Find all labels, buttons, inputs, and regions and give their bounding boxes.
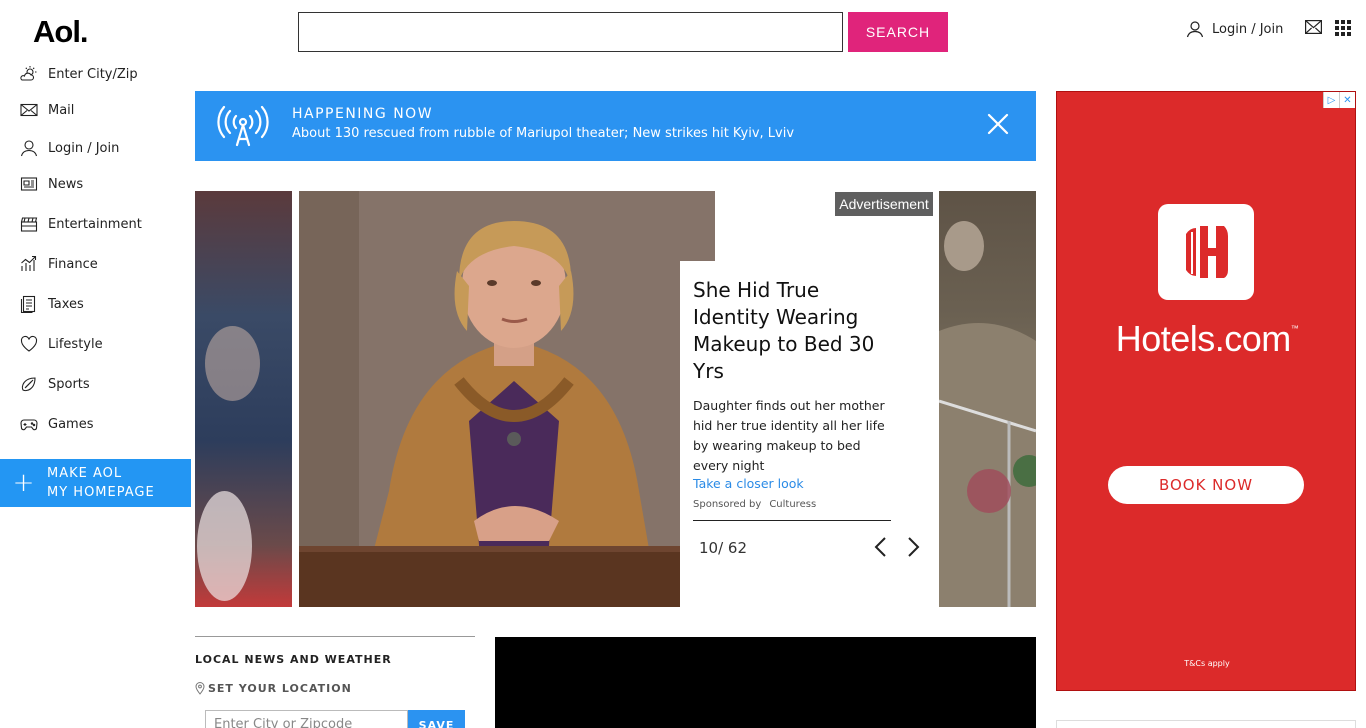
hotels-com-advertisement[interactable]: ▷ ✕ Hotels.com™ BOOK NOW T&Cs apply xyxy=(1056,91,1356,691)
video-player[interactable] xyxy=(495,637,1036,728)
slide-image-previous[interactable] xyxy=(195,191,292,607)
taxes-document-icon xyxy=(20,295,36,313)
sidebar-item-login[interactable]: Login / Join xyxy=(20,138,119,158)
close-icon[interactable] xyxy=(987,113,1009,135)
divider xyxy=(693,520,891,521)
mail-icon xyxy=(20,103,38,117)
trademark: ™ xyxy=(1290,324,1299,333)
aol-logo[interactable]: Aol. xyxy=(33,14,89,50)
sidebar-item-label: Sports xyxy=(48,376,90,392)
sidebar-item-label: Lifestyle xyxy=(48,336,103,352)
sidebar-item-label: Entertainment xyxy=(48,216,142,232)
slide-counter: 10/ 62 xyxy=(699,539,747,557)
save-location-button[interactable]: SAVE xyxy=(408,710,465,728)
book-now-button[interactable]: BOOK NOW xyxy=(1108,466,1304,504)
clapperboard-icon xyxy=(20,217,38,232)
news-carousel: Advertisement She Hid True Identity Wear… xyxy=(195,191,1036,607)
sidebar-item-label: Enter City/Zip xyxy=(48,66,138,82)
close-ad-icon[interactable]: ✕ xyxy=(1339,92,1355,108)
news-icon xyxy=(20,177,38,191)
advertisement-label: Advertisement xyxy=(835,192,933,216)
apps-grid-icon[interactable] xyxy=(1335,20,1351,36)
sidebar-item-news[interactable]: News xyxy=(20,174,83,194)
sidebar-item-label: Games xyxy=(48,416,94,432)
chevron-right-icon[interactable] xyxy=(907,536,921,558)
terms-text[interactable]: T&Cs apply xyxy=(1057,659,1357,668)
sidebar-item-label: Finance xyxy=(48,256,98,272)
ad-choices[interactable]: ▷ ✕ xyxy=(1323,92,1355,108)
happening-now-headline[interactable]: About 130 rescued from rubble of Mariupo… xyxy=(292,126,794,141)
sidebar-item-lifestyle[interactable]: Lifestyle xyxy=(20,334,103,354)
search-button[interactable]: SEARCH xyxy=(848,12,948,52)
football-icon xyxy=(21,377,36,392)
broadcast-antenna-icon xyxy=(217,105,269,147)
search-input[interactable] xyxy=(298,12,843,52)
plus-icon: + xyxy=(12,468,35,498)
sidebar-item-entertainment[interactable]: Entertainment xyxy=(20,214,142,234)
sponsor-name[interactable]: Culturess xyxy=(769,499,816,510)
sidebar-item-weather[interactable]: Enter City/Zip xyxy=(20,64,138,84)
weather-icon xyxy=(20,66,37,81)
sidebar-item-finance[interactable]: Finance xyxy=(20,254,98,274)
mail-icon[interactable] xyxy=(1305,20,1322,34)
local-news-title: LOCAL NEWS AND WEATHER xyxy=(195,653,392,666)
ad-headline[interactable]: She Hid True Identity Wearing Makeup to … xyxy=(693,277,893,385)
make-homepage-line1: MAKE AOL xyxy=(47,466,123,481)
sidebar-item-label: Taxes xyxy=(48,296,84,312)
make-homepage-button[interactable]: + MAKE AOL MY HOMEPAGE xyxy=(0,459,191,507)
sidebar-item-label: News xyxy=(48,176,84,192)
hotels-brand: Hotels.com™ xyxy=(1115,318,1299,359)
happening-now-banner[interactable]: HAPPENING NOW About 130 rescued from rub… xyxy=(195,91,1036,161)
user-icon xyxy=(20,140,38,157)
ad-sponsor-line: Sponsored by Culturess xyxy=(693,499,816,510)
right-rail-module xyxy=(1056,720,1356,728)
sidebar-item-taxes[interactable]: Taxes xyxy=(20,294,84,314)
chevron-left-icon[interactable] xyxy=(873,536,887,558)
location-pin-icon xyxy=(195,682,205,695)
divider xyxy=(195,636,475,637)
slide-image-main[interactable] xyxy=(299,191,715,607)
sidebar-item-sports[interactable]: Sports xyxy=(20,374,90,394)
sidebar-item-label: Login / Join xyxy=(48,140,120,156)
sidebar-item-mail[interactable]: Mail xyxy=(20,100,74,120)
ad-link[interactable]: Take a closer look xyxy=(693,476,804,491)
gamepad-icon xyxy=(20,419,38,431)
slide-image-next[interactable] xyxy=(938,191,1036,607)
set-location-label: SET YOUR LOCATION xyxy=(208,682,352,695)
sponsored-ad-card[interactable]: She Hid True Identity Wearing Makeup to … xyxy=(680,261,939,607)
make-homepage-line2: MY HOMEPAGE xyxy=(47,485,155,500)
happening-now-title: HAPPENING NOW xyxy=(292,106,434,122)
set-location-link[interactable]: SET YOUR LOCATION xyxy=(195,682,352,695)
local-news-section: LOCAL NEWS AND WEATHER SET YOUR LOCATION… xyxy=(195,636,475,728)
user-icon xyxy=(1186,21,1204,38)
heart-icon xyxy=(20,335,38,352)
sidebar-item-games[interactable]: Games xyxy=(20,414,93,434)
hotels-logo-icon xyxy=(1158,204,1254,300)
aol-homepage: Aol. SEARCH Login / Join Enter City/Zip … xyxy=(0,0,1366,728)
header-login-label: Login / Join xyxy=(1212,21,1284,37)
zipcode-input[interactable]: Enter City or Zipcode xyxy=(205,710,408,728)
sidebar-item-label: Mail xyxy=(48,102,75,118)
ad-description: Daughter finds out her mother hid her tr… xyxy=(693,398,885,473)
finance-chart-icon xyxy=(21,255,37,271)
header-login-link[interactable]: Login / Join xyxy=(1186,18,1283,40)
sponsored-by-label: Sponsored by xyxy=(693,499,762,510)
woman-portrait-image xyxy=(299,191,715,607)
adchoices-icon[interactable]: ▷ xyxy=(1323,92,1339,108)
